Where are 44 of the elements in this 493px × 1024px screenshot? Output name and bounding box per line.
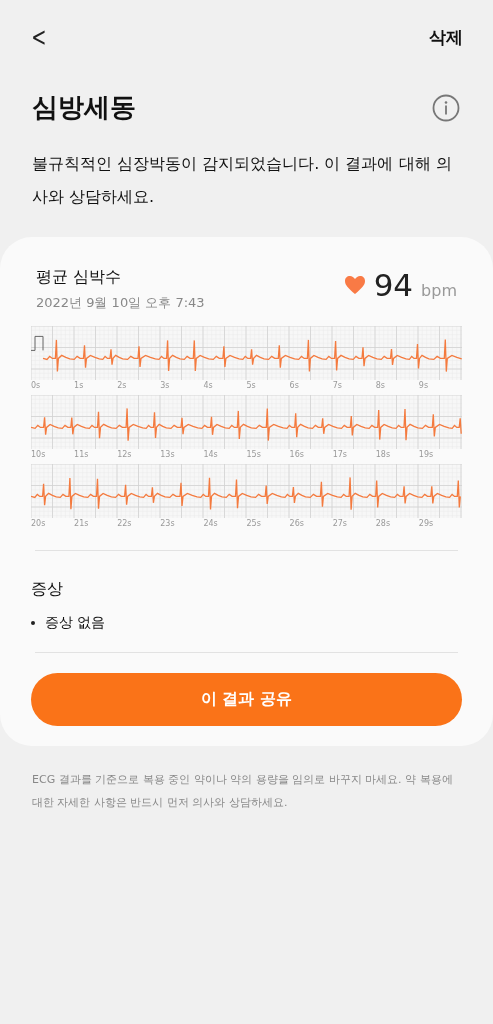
time-tick-label: 22s [117,518,133,530]
heart-rate-label: 평균 심박수 [36,267,123,288]
time-tick-label: 20s [31,518,47,530]
time-tick-label: 23s [160,518,176,530]
time-tick-label: 21s [74,518,90,530]
time-tick-label: 3s [160,380,171,392]
time-tick-label: 25s [246,518,262,530]
heart-rate-unit: bpm [421,281,457,300]
time-tick-label: 6s [289,380,300,392]
time-tick-label: 17s [332,449,348,461]
time-tick-label: 2s [117,380,128,392]
time-tick-label: 28s [375,518,392,530]
time-tick-label: 8s [375,380,386,392]
time-tick-label: 19s [418,449,435,461]
time-tick-label: 9s [418,380,430,392]
time-tick-label: 27s [332,518,348,530]
time-tick-label: 11s [74,449,90,461]
time-tick-label: 26s [289,518,305,530]
symptom-item: 증상 없음 [45,614,106,632]
time-tick-label: 7s [332,380,343,392]
measurement-date: 2022년 9월 10일 오후 7:43 [36,294,205,312]
time-tick-label: 5s [246,380,257,392]
info-icon[interactable] [432,93,460,122]
time-tick-label: 14s [203,449,219,461]
time-tick-label: 10s [31,449,47,461]
disclaimer-text: ECG 결과를 기준으로 복용 중인 약이나 약의 용량을 임의로 바꾸지 마세요. 약 복용에 대한 자세한 사항은 반드시 먼저 의사와 상담하세요. [32,772,454,811]
time-tick-label: 0s [31,380,42,392]
result-description: 불규칙적인 심장박동이 감지되었습니다. 이 결과에 대해 의사와 상담하세요. [32,153,453,208]
heart-rate-value: 94 [373,267,414,303]
time-tick-label: 15s [246,449,262,461]
time-tick-label: 4s [203,380,214,392]
time-tick-label: 1s [74,380,85,392]
time-tick-label: 13s [160,449,176,461]
time-tick-label: 18s [375,449,392,461]
time-tick-label: 12s [117,449,133,461]
time-tick-label: 16s [289,449,305,461]
delete-button[interactable]: 삭제 [429,25,463,49]
time-tick-label: 24s [203,518,219,530]
time-tick-label: 29s [418,518,435,530]
symptoms-heading: 증상 [31,579,64,600]
back-button[interactable]: < [27,24,51,50]
heart-icon [343,275,366,295]
page-title: 심방세동 [32,91,136,124]
bullet-icon [31,621,35,625]
